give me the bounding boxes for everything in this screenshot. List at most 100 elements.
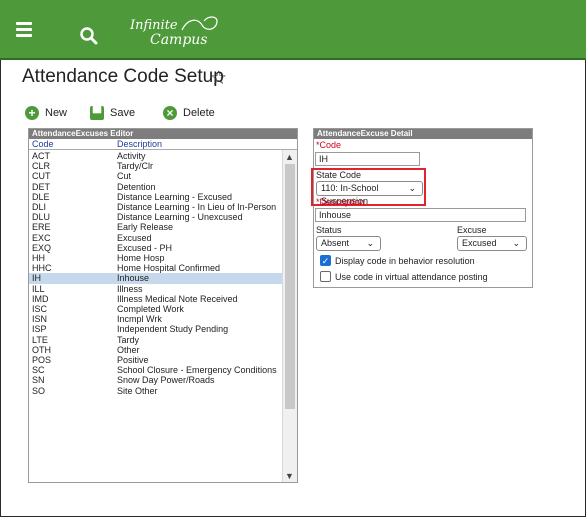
table-row[interactable]: HH Home Hosp [29,253,283,263]
row-description: Cut [117,171,132,182]
row-description: Site Other [117,385,158,396]
plus-icon: + [25,106,39,120]
column-header-description[interactable]: Description [117,139,297,149]
row-description: Tardy [117,334,140,345]
table-row[interactable]: OTH Other [29,345,283,355]
row-code: ACT [32,151,50,161]
table-row[interactable]: CLR Tardy/Clr [29,161,283,171]
row-description: Completed Work [117,304,184,315]
row-description: Positive [117,355,149,366]
row-code: DLU [32,212,51,223]
row-code: ERE [32,222,51,233]
virtual-posting-label: Use code in virtual attendance posting [335,272,488,282]
row-description: Illness Medical Note Received [117,293,238,304]
description-input[interactable]: Inhouse [315,208,526,222]
table-row[interactable]: POS Positive [29,355,283,365]
excuse-value: Excused [462,238,497,248]
display-code-label: Display code in behavior resolution [335,256,475,266]
save-button[interactable]: ▀ Save [90,104,135,122]
code-label: *Code [316,140,342,150]
delete-button-label: Delete [183,107,215,119]
row-description: Distance Learning - Unexcused [117,212,243,223]
row-description: Independent Study Pending [117,324,229,335]
row-code: DET [32,181,50,192]
row-code: SN [32,375,45,386]
row-description: Tardy/Clr [117,161,154,172]
table-row[interactable]: DET Detention [29,182,283,192]
row-description: Incmpl Wrk [117,314,162,325]
row-description: Detention [117,181,156,192]
scroll-up-icon[interactable]: ▲ [285,152,294,162]
virtual-posting-checkbox[interactable] [320,271,331,282]
row-code: ISC [32,304,48,315]
search-icon[interactable] [79,26,101,48]
row-code: POS [32,355,52,366]
page-title: Attendance Code Setup [22,66,224,87]
row-description: Excused - PH [117,242,173,253]
status-select[interactable]: Absent ⌄ [316,236,381,251]
column-header-code[interactable]: Code [29,139,117,149]
save-button-label: Save [110,107,136,119]
description-label: *Description [316,197,365,207]
chevron-down-icon: ⌄ [366,238,374,248]
row-description: Distance Learning - In Lieu of In-Person [117,202,277,213]
attendance-excuses-editor: AttendanceExcuses Editor Code Descriptio… [28,128,298,483]
editor-rows: ACT Activity CLR Tardy/Clr CUT Cut DET Detentio… [29,151,283,396]
row-code: ILL [32,283,45,294]
row-description: Inhouse [117,273,150,284]
infinite-campus-logo: Infinite Campus [128,16,223,50]
row-code: DLE [32,191,50,202]
row-description: Distance Learning - Excused [117,191,233,202]
table-row[interactable]: IH Inhouse [29,273,283,284]
editor-scrollbar[interactable]: ▲ ▼ [282,150,297,482]
table-row[interactable]: ERE Early Release [29,222,283,232]
new-button[interactable]: + New [25,104,67,122]
row-code: IMD [32,293,49,304]
row-description: Home Hospital Confirmed [117,263,221,274]
excuse-label: Excuse [457,225,487,235]
favorite-star-icon[interactable]: ☆ [210,67,227,90]
table-row[interactable]: IMD Illness Medical Note Received [29,294,283,304]
row-code: ISN [32,314,48,325]
row-description: School Closure - Emergency Conditions [117,365,277,376]
new-button-label: New [45,107,68,119]
editor-title: AttendanceExcuses Editor [29,129,297,139]
code-input[interactable]: IH [315,152,420,166]
row-code: HHC [32,263,52,274]
detail-title: AttendanceExcuse Detail [314,129,532,139]
logo-swoosh-icon [181,16,218,31]
delete-button[interactable]: × Delete [163,104,215,122]
status-value: Absent [321,238,350,248]
editor-column-headers: Code Description [29,139,297,150]
hamburger-menu-icon[interactable] [11,18,41,42]
row-code: CUT [32,171,51,182]
scroll-down-icon[interactable]: ▼ [285,471,294,481]
row-code: CLR [32,161,51,172]
scrollbar-thumb[interactable] [285,164,295,409]
table-row[interactable]: CUT Cut [29,171,283,181]
table-row[interactable]: SN Snow Day Power/Roads [29,375,283,385]
table-row[interactable]: ISP Independent Study Pending [29,324,283,334]
table-row[interactable]: LTE Tardy [29,335,283,345]
row-code: HH [32,253,45,264]
table-row[interactable]: EXQ Excused - PH [29,243,283,253]
row-description: Early Release [117,222,174,233]
table-row[interactable]: ILL Illness [29,284,283,294]
table-row[interactable]: DLE Distance Learning - Excused [29,192,283,202]
excuse-select[interactable]: Excused ⌄ [457,236,527,251]
delete-x-icon: × [163,106,177,120]
display-code-checkbox[interactable]: ✓ [320,255,331,266]
table-row[interactable]: DLU Distance Learning - Unexcused [29,212,283,222]
table-row[interactable]: ISC Completed Work [29,304,283,314]
top-navigation-bar: Infinite Campus [0,0,586,60]
table-row[interactable]: ISN Incmpl Wrk [29,314,283,324]
table-row[interactable]: SC School Closure - Emergency Conditions [29,365,283,375]
row-code: IH [32,273,41,284]
table-row[interactable]: EXC Excused [29,233,283,243]
table-row[interactable]: ACT Activity [29,151,283,161]
row-code: OTH [32,344,51,355]
table-row[interactable]: HHC Home Hospital Confirmed [29,263,283,273]
save-disk-icon: ▀ [90,106,104,120]
table-row[interactable]: SO Site Other [29,386,283,396]
table-row[interactable]: DLI Distance Learning - In Lieu of In-Per… [29,202,283,212]
